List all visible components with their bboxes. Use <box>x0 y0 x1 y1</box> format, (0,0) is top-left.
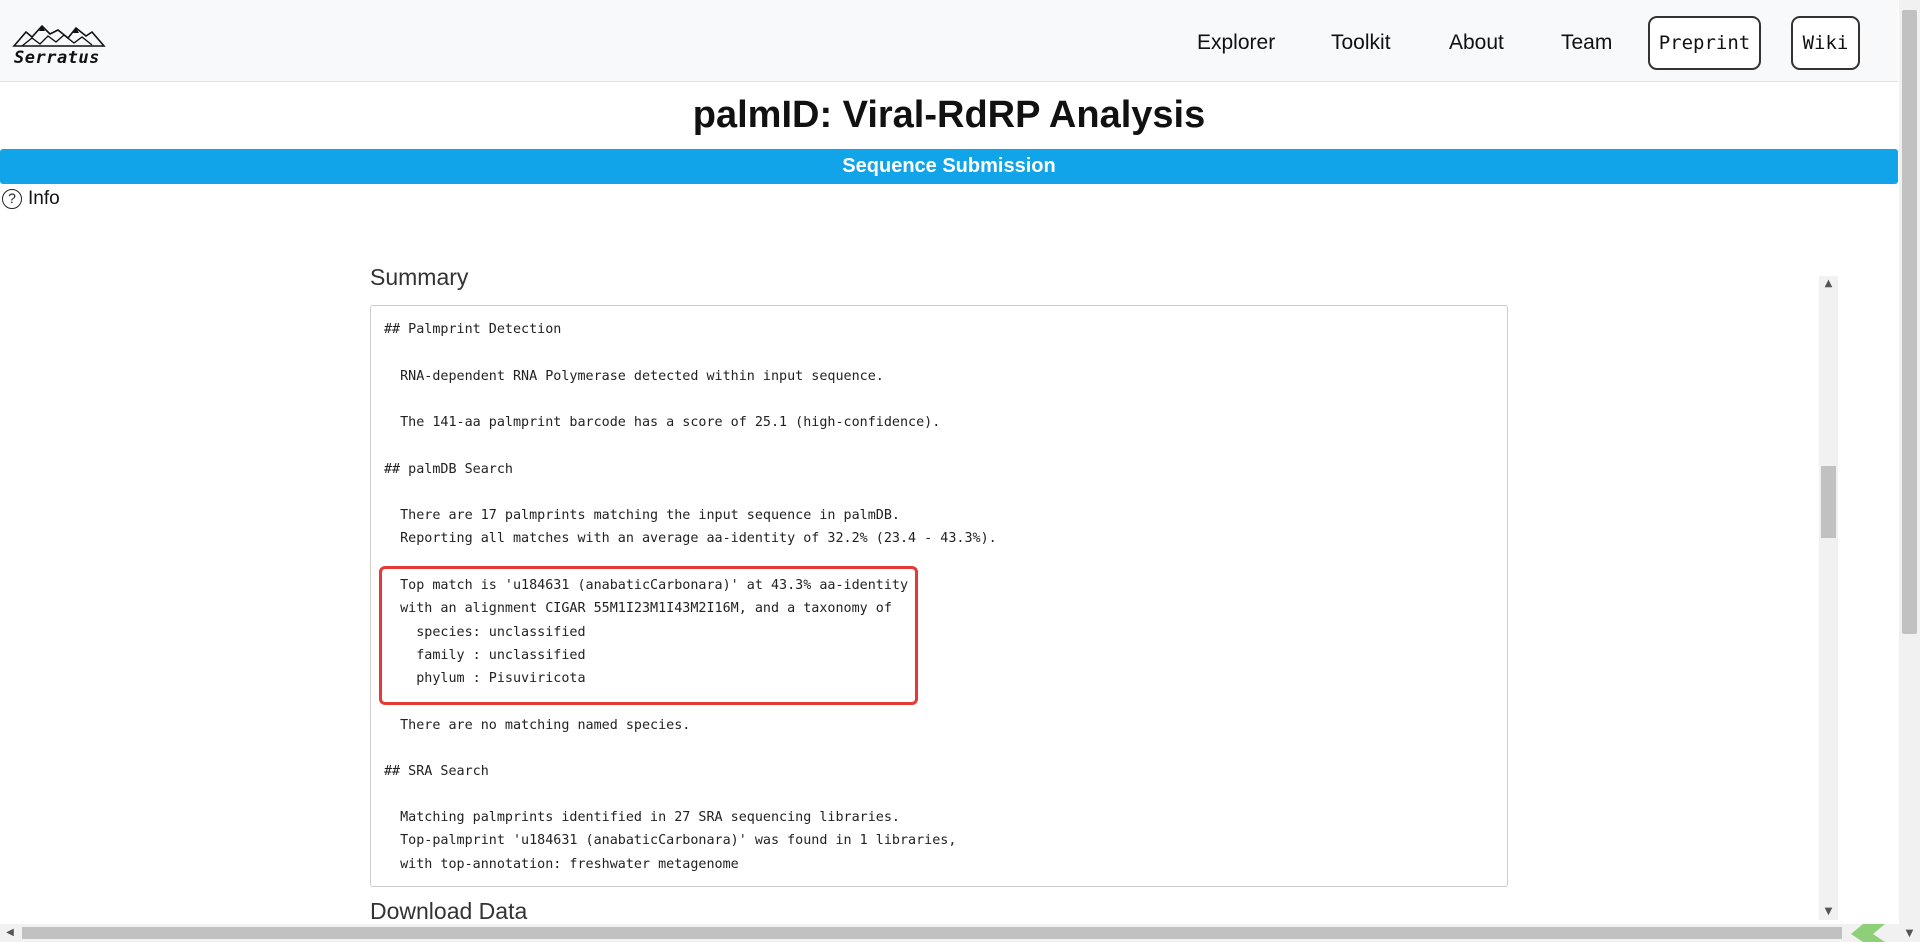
summary-line: ## SRA Search <box>384 764 489 779</box>
download-data-heading: Download Data <box>370 898 528 924</box>
mountain-logo-icon <box>12 24 106 47</box>
summary-line: There are 17 palmprints matching the inp… <box>384 508 900 523</box>
page-scrollbar[interactable]: ▼ <box>1899 0 1920 942</box>
page-scroll-down-arrow-icon[interactable]: ▼ <box>1899 926 1920 942</box>
content-scrollbar[interactable]: ▲ ▼ <box>1819 276 1838 920</box>
summary-line: Matching palmprints identified in 27 SRA… <box>384 810 900 825</box>
horizontal-scroll-thumb[interactable] <box>22 927 1842 939</box>
horizontal-scrollbar[interactable]: ◀ <box>0 924 1899 942</box>
page-scroll-thumb[interactable] <box>1902 10 1917 634</box>
summary-line: Top match is 'u184631 (anabaticCarbonara… <box>384 578 909 593</box>
nav-link-team[interactable]: Team <box>1561 31 1612 55</box>
nav-link-toolkit[interactable]: Toolkit <box>1331 31 1391 55</box>
sequence-submission-bar[interactable]: Sequence Submission <box>0 149 1898 184</box>
preprint-button[interactable]: Preprint <box>1648 16 1761 70</box>
summary-line: ## palmDB Search <box>384 462 513 477</box>
summary-line: family : unclassified <box>384 648 586 663</box>
summary-line: Reporting all matches with an average aa… <box>384 531 997 546</box>
navbar: Serratus Explorer Toolkit About Team Pre… <box>0 0 1898 82</box>
summary-text-box[interactable]: ## Palmprint Detection RNA-dependent RNA… <box>370 305 1508 887</box>
nav-link-about[interactable]: About <box>1449 31 1504 55</box>
info-label: Info <box>28 188 60 209</box>
page-title: palmID: Viral-RdRP Analysis <box>692 94 1206 136</box>
nav-link-explorer[interactable]: Explorer <box>1197 31 1275 55</box>
summary-line: with top-annotation: freshwater metageno… <box>384 857 739 872</box>
summary-line: There are no matching named species. <box>384 718 691 733</box>
wiki-button[interactable]: Wiki <box>1791 16 1860 70</box>
summary-line: Top-palmprint 'u184631 (anabaticCarbonar… <box>384 833 957 848</box>
summary-line: ## Palmprint Detection <box>384 322 562 337</box>
summary-heading: Summary <box>370 264 469 290</box>
content-scroll-thumb[interactable] <box>1821 466 1836 538</box>
summary-line: RNA-dependent RNA Polymerase detected wi… <box>384 369 884 384</box>
summary-line: The 141-aa palmprint barcode has a score… <box>384 415 941 430</box>
scroll-down-arrow-icon[interactable]: ▼ <box>1819 904 1838 920</box>
summary-line: species: unclassified <box>384 625 586 640</box>
summary-line: with an alignment CIGAR 55M1I23M1I43M2I1… <box>384 601 892 616</box>
scroll-left-arrow-icon[interactable]: ◀ <box>2 924 18 942</box>
summary-line: phylum : Pisuviricota <box>384 671 586 686</box>
logo-text: Serratus <box>14 48 100 68</box>
serratus-logo[interactable]: Serratus <box>12 22 112 68</box>
scroll-up-arrow-icon[interactable]: ▲ <box>1819 276 1838 292</box>
question-circle-icon: ? <box>2 189 22 209</box>
info-toggle[interactable]: ? Info <box>2 188 60 210</box>
chevron-widget-icon[interactable] <box>1851 924 1885 942</box>
